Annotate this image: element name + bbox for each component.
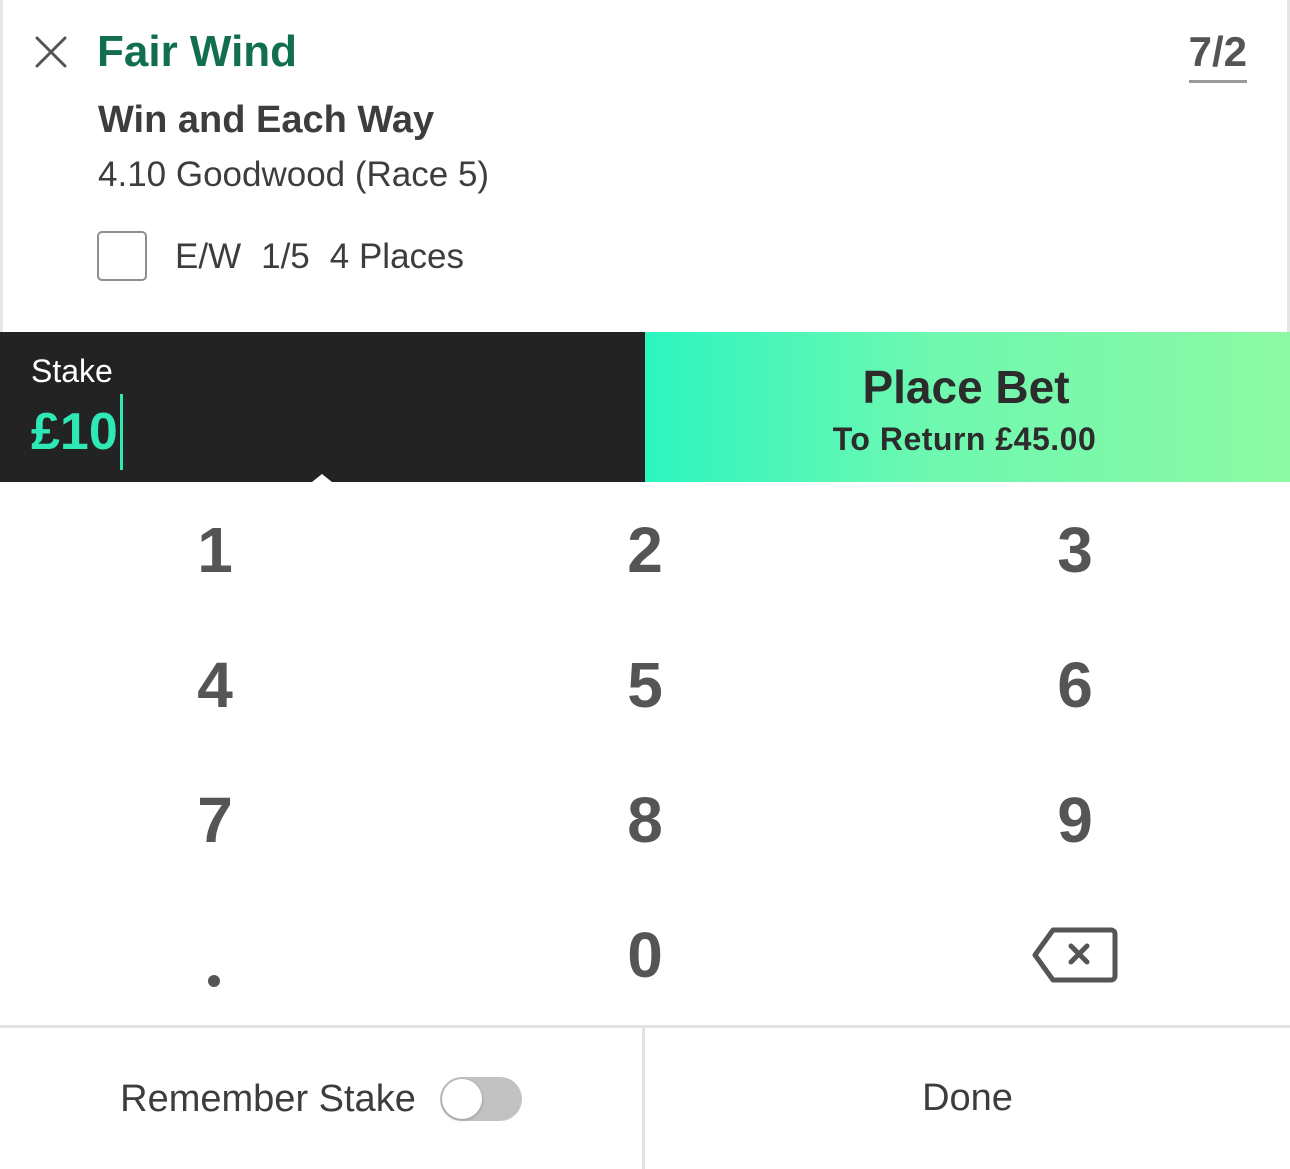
key-2[interactable]: 2: [430, 482, 860, 617]
key-9[interactable]: 9: [860, 752, 1290, 887]
stake-input[interactable]: Stake £10: [0, 332, 645, 482]
keypad-footer: Remember Stake Done: [0, 1025, 1290, 1169]
numeric-keypad: 1 2 3 4 5 6 7 8 9 0: [0, 482, 1290, 1025]
backspace-icon: [1032, 927, 1118, 982]
place-bet-button[interactable]: Place Bet To Return £45.00: [645, 332, 1290, 482]
potential-return: To Return £45.00: [832, 421, 1097, 457]
key-1[interactable]: 1: [0, 482, 430, 617]
toggle-knob: [441, 1078, 482, 1119]
text-caret: [119, 394, 123, 470]
key-6[interactable]: 6: [860, 617, 1290, 752]
place-bet-label: Place Bet: [862, 361, 1070, 413]
each-way-text: E/W: [175, 237, 242, 276]
each-way-checkbox[interactable]: [97, 231, 147, 281]
stake-label: Stake: [31, 353, 113, 389]
each-way-terms: 1/5: [261, 237, 310, 276]
decimal-point-glyph: [208, 975, 220, 987]
key-8[interactable]: 8: [430, 752, 860, 887]
bet-slip-page: Fair Wind 7/2 Win and Each Way 4.10 Good…: [0, 0, 1290, 1169]
odds-price[interactable]: 7/2: [1188, 28, 1247, 83]
each-way-places: 4 Places: [329, 237, 465, 276]
selection-name: Fair Wind: [97, 27, 298, 76]
key-decimal[interactable]: [0, 887, 430, 1025]
bet-slip-selection: Fair Wind 7/2 Win and Each Way 4.10 Good…: [0, 0, 1290, 332]
remember-stake-label: Remember Stake: [120, 1077, 416, 1120]
key-0[interactable]: 0: [430, 887, 860, 1022]
market-name: Win and Each Way: [98, 99, 435, 141]
backspace-key[interactable]: [860, 887, 1290, 1022]
key-5[interactable]: 5: [430, 617, 860, 752]
done-button[interactable]: Done: [645, 1028, 1290, 1169]
remember-stake[interactable]: Remember Stake: [0, 1028, 642, 1169]
stake-value-wrap: £10: [31, 394, 123, 470]
event-name: 4.10 Goodwood (Race 5): [98, 155, 490, 194]
remember-stake-toggle[interactable]: [439, 1076, 522, 1121]
key-3[interactable]: 3: [860, 482, 1290, 617]
each-way-label: E/W 1/5 4 Places: [175, 236, 484, 278]
close-icon[interactable]: [31, 32, 71, 72]
stake-value: £10: [31, 403, 118, 461]
key-4[interactable]: 4: [0, 617, 430, 752]
key-7[interactable]: 7: [0, 752, 430, 887]
stake-pointer-arrow: [312, 474, 332, 482]
